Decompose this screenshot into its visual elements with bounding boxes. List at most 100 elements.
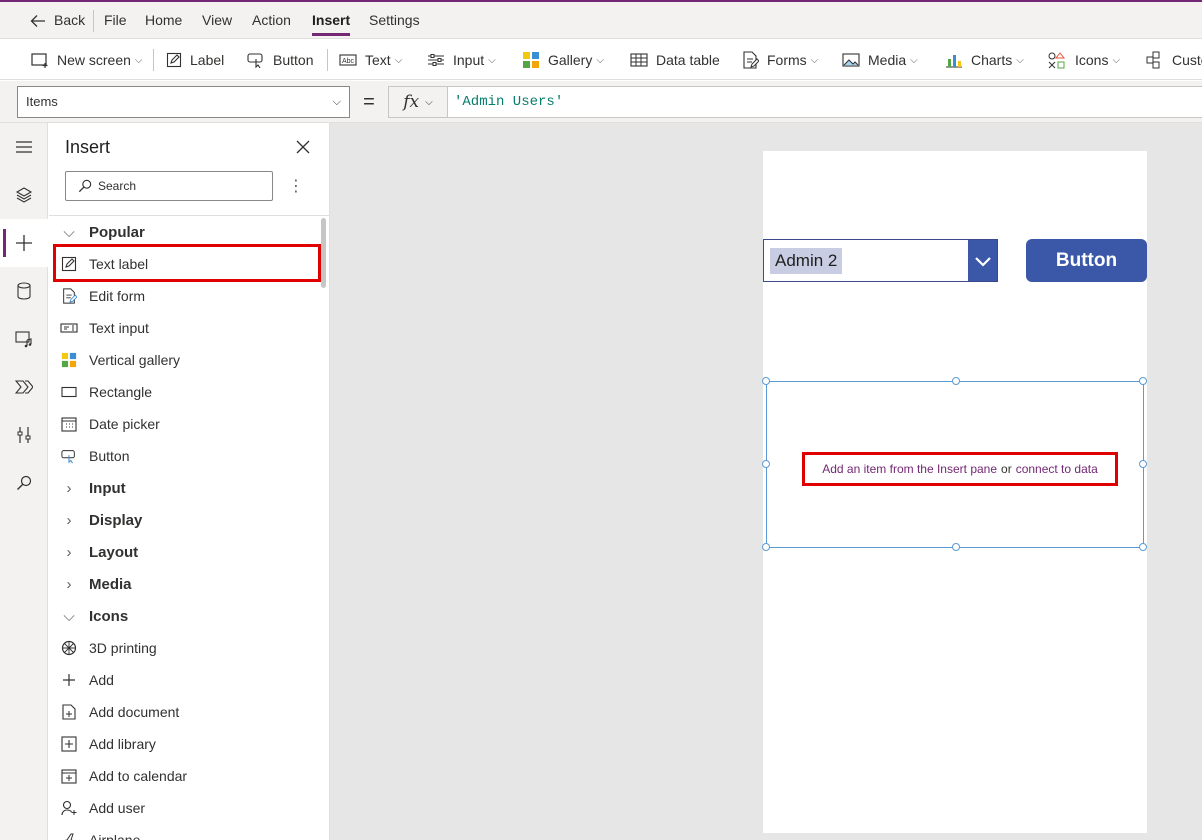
svg-text:Abc: Abc xyxy=(342,58,355,65)
input-label: Input xyxy=(453,52,485,68)
section-layout[interactable]: › Layout xyxy=(49,536,319,568)
icons-dropdown-button[interactable]: Icons ⌵ xyxy=(1047,40,1120,79)
flow-icon xyxy=(15,380,33,394)
item-label: Button xyxy=(89,448,130,464)
fx-button[interactable]: fx ⌵ xyxy=(388,86,448,118)
media-icon xyxy=(15,331,32,348)
search-rail-button[interactable] xyxy=(0,459,48,507)
gallery-placeholder-message: Add an item from the Insert pane or conn… xyxy=(802,452,1118,486)
forms-dropdown-button[interactable]: Forms ⌵ xyxy=(741,40,818,79)
item-label: Airplane xyxy=(89,832,141,840)
insert-pane-link[interactable]: Add an item from the Insert pane xyxy=(822,462,997,476)
resize-handle[interactable] xyxy=(952,377,960,385)
chevron-right-icon: › xyxy=(66,575,72,593)
list-item-date-picker[interactable]: Date picker xyxy=(49,408,319,440)
menu-insert[interactable]: Insert xyxy=(312,2,351,39)
list-item-add-to-calendar[interactable]: Add to calendar xyxy=(49,760,319,792)
section-popular[interactable]: ⌵ Popular xyxy=(49,216,319,248)
more-vertical-icon: ⋮ xyxy=(288,178,304,195)
insert-toolbar: New screen ⌵ Label Button Abc Text ⌵ Input… xyxy=(0,40,1202,80)
custom-dropdown-button[interactable]: Custom xyxy=(1146,40,1202,79)
section-input[interactable]: › Input xyxy=(49,472,319,504)
section-label: Input xyxy=(89,479,126,497)
list-item-text-input[interactable]: Text input xyxy=(49,312,319,344)
resize-handle[interactable] xyxy=(1139,377,1147,385)
label-label: Label xyxy=(190,52,225,68)
resize-handle[interactable] xyxy=(762,377,770,385)
placeholder-or-text: or xyxy=(1001,462,1012,476)
back-button[interactable]: Back xyxy=(30,2,85,39)
media-rail-button[interactable] xyxy=(0,315,48,363)
menu-home[interactable]: Home xyxy=(145,2,182,39)
canvas-button[interactable]: Button xyxy=(1026,239,1147,282)
new-screen-button[interactable]: New screen ⌵ xyxy=(31,40,143,79)
calendar-icon xyxy=(49,416,89,432)
list-item-vertical-gallery[interactable]: Vertical gallery xyxy=(49,344,319,376)
button-icon xyxy=(49,448,89,464)
icons-label: Icons xyxy=(1075,52,1109,68)
list-item-add-user[interactable]: Add user xyxy=(49,792,319,824)
gallery-label: Gallery xyxy=(548,52,593,68)
hamburger-menu-button[interactable] xyxy=(0,123,48,171)
advanced-tools-rail-button[interactable] xyxy=(0,411,48,459)
app-screen[interactable]: Admin 2 Button Add an item from the Inse… xyxy=(762,151,1147,833)
search-input[interactable] xyxy=(98,179,268,193)
list-item-add-library[interactable]: Add library xyxy=(49,728,319,760)
property-selector[interactable]: Items ⌵ xyxy=(17,86,350,118)
printing-3d-icon xyxy=(49,640,89,656)
list-item-rectangle[interactable]: Rectangle xyxy=(49,376,319,408)
gallery-dropdown-button[interactable]: Gallery ⌵ xyxy=(522,40,604,79)
list-item-add[interactable]: Add xyxy=(49,664,319,696)
input-dropdown-button[interactable]: Input ⌵ xyxy=(427,40,496,79)
panel-scrollbar[interactable] xyxy=(321,218,326,288)
close-icon xyxy=(296,140,310,154)
connect-data-link[interactable]: connect to data xyxy=(1016,462,1098,476)
item-label: Text input xyxy=(89,320,149,336)
section-display[interactable]: › Display xyxy=(49,504,319,536)
button-button[interactable]: Button xyxy=(247,40,313,79)
list-item-text-label[interactable]: Text label xyxy=(49,248,319,280)
property-value: Items xyxy=(26,94,58,109)
gallery-control[interactable]: Add an item from the Insert pane or conn… xyxy=(762,377,1147,551)
chevron-down-icon: ⌵ xyxy=(134,54,143,66)
formula-input[interactable]: 'Admin Users' xyxy=(448,86,1202,118)
menu-settings[interactable]: Settings xyxy=(369,2,420,39)
section-media[interactable]: › Media xyxy=(49,568,319,600)
dropdown-toggle[interactable] xyxy=(968,240,997,281)
insert-rail-button[interactable] xyxy=(0,219,48,267)
data-table-button[interactable]: Data table xyxy=(630,40,720,79)
label-button[interactable]: Label xyxy=(166,40,225,79)
menu-view[interactable]: View xyxy=(202,2,232,39)
resize-handle[interactable] xyxy=(762,543,770,551)
charts-dropdown-button[interactable]: Charts ⌵ xyxy=(945,40,1024,79)
equals-sign: = xyxy=(363,91,375,113)
image-icon xyxy=(842,53,860,67)
admin-dropdown[interactable]: Admin 2 xyxy=(763,239,998,282)
data-rail-button[interactable] xyxy=(0,267,48,315)
close-panel-button[interactable] xyxy=(294,138,312,156)
edit-icon xyxy=(49,256,89,272)
list-item-edit-form[interactable]: Edit form xyxy=(49,280,319,312)
menu-file[interactable]: File xyxy=(104,2,127,39)
media-dropdown-button[interactable]: Media ⌵ xyxy=(842,40,918,79)
resize-handle[interactable] xyxy=(952,543,960,551)
resize-handle[interactable] xyxy=(762,460,770,468)
chevron-down-icon: ⌵ xyxy=(596,54,604,66)
list-item-airplane[interactable]: Airplane xyxy=(49,824,319,840)
resize-handle[interactable] xyxy=(1139,543,1147,551)
section-icons[interactable]: ⌵ Icons xyxy=(49,600,319,632)
tree-view-button[interactable] xyxy=(0,171,48,219)
list-item-add-document[interactable]: Add document xyxy=(49,696,319,728)
item-label: Edit form xyxy=(89,288,146,304)
list-item-3d-printing[interactable]: 3D printing xyxy=(49,632,319,664)
panel-search-box[interactable] xyxy=(65,171,273,201)
chevron-down-icon: ⌵ xyxy=(910,54,918,66)
design-canvas[interactable]: Admin 2 Button Add an item from the Inse… xyxy=(330,123,1202,840)
resize-handle[interactable] xyxy=(1139,460,1147,468)
toolbar-divider xyxy=(153,49,154,71)
menu-action[interactable]: Action xyxy=(252,2,291,39)
text-dropdown-button[interactable]: Abc Text ⌵ xyxy=(339,40,402,79)
list-item-button[interactable]: Button xyxy=(49,440,319,472)
power-automate-rail-button[interactable] xyxy=(0,363,48,411)
more-options-button[interactable]: ⋮ xyxy=(288,175,304,197)
